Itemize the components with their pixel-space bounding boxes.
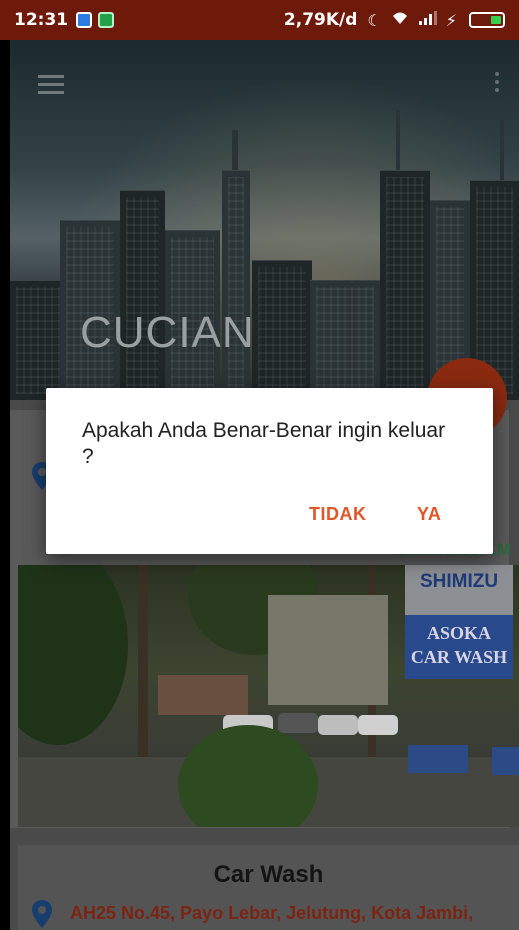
battery-icon <box>469 12 505 28</box>
exit-confirm-dialog: Apakah Anda Benar-Benar ingin keluar ? T… <box>46 388 493 554</box>
network-speed: 2,79K/d <box>283 10 358 30</box>
moon-icon: ☾ <box>367 10 382 30</box>
dialog-message: Apakah Anda Benar-Benar ingin keluar ? <box>82 419 446 468</box>
wifi-icon <box>390 10 410 30</box>
notification-green-icon <box>98 12 115 28</box>
cancel-button[interactable]: TIDAK <box>309 504 367 525</box>
confirm-button[interactable]: YA <box>417 504 441 525</box>
status-bar: 12:31 2,79K/d ☾ ⚡ <box>0 0 519 40</box>
signal-icon <box>418 10 438 30</box>
charging-icon: ⚡ <box>445 10 457 30</box>
notification-blue-icon <box>76 12 93 28</box>
status-time: 12:31 <box>14 10 69 30</box>
